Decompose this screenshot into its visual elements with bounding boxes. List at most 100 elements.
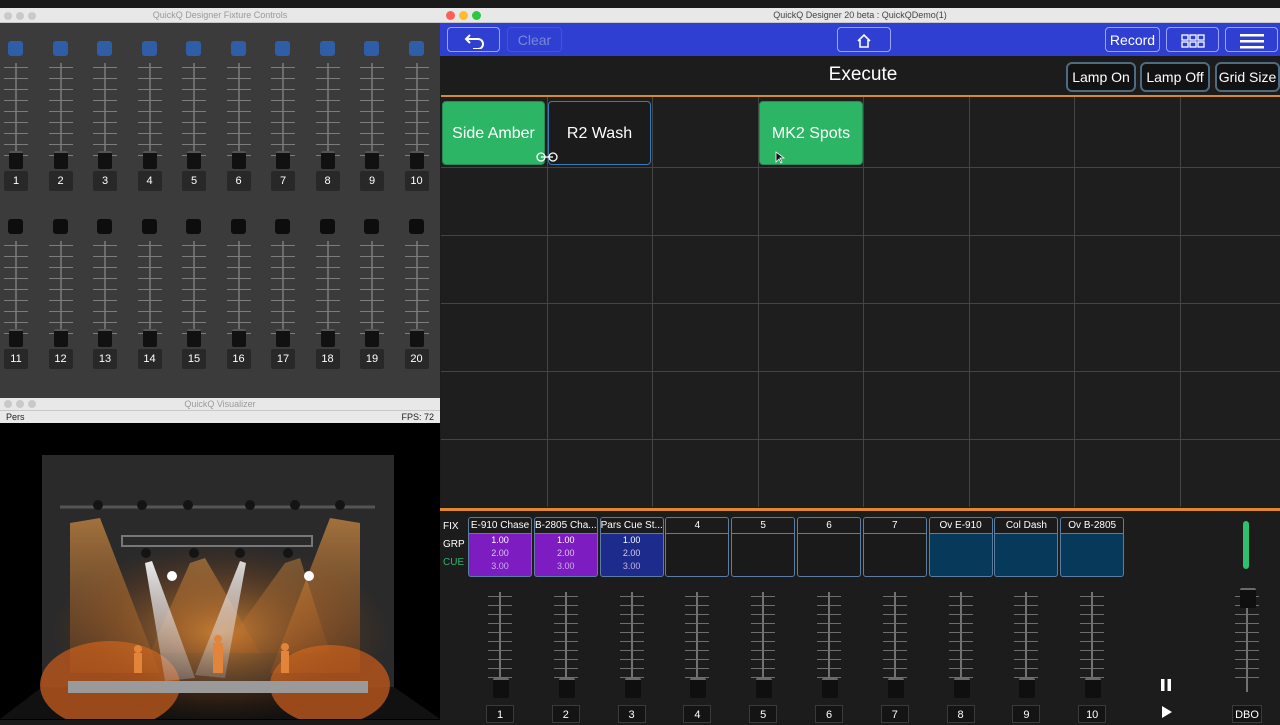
- channel-select-button[interactable]: [319, 219, 335, 234]
- playback-button[interactable]: 5: [731, 517, 796, 577]
- playback-button[interactable]: 4: [665, 517, 730, 577]
- channel-select-button[interactable]: [97, 219, 112, 234]
- view-mode-label[interactable]: Pers: [6, 411, 25, 423]
- fader-knob[interactable]: [98, 329, 112, 347]
- channel-select-button[interactable]: [186, 219, 201, 234]
- channel-select-button[interactable]: [230, 219, 246, 234]
- fader-knob[interactable]: [822, 678, 838, 698]
- fader-knob[interactable]: [409, 329, 424, 347]
- back-button[interactable]: [447, 27, 500, 52]
- execute-tile-r2-wash[interactable]: R2 Wash: [548, 101, 651, 165]
- channel-select-button[interactable]: [408, 219, 424, 234]
- channel-select-button[interactable]: [319, 41, 335, 56]
- channel-select-button[interactable]: [52, 219, 68, 234]
- fader-knob[interactable]: [558, 678, 575, 698]
- channel-select-button[interactable]: [97, 41, 112, 56]
- stage-render[interactable]: [0, 423, 440, 719]
- clear-button[interactable]: Clear: [507, 27, 562, 52]
- fader-knob[interactable]: [9, 329, 23, 347]
- grid-view-button[interactable]: [1166, 27, 1219, 52]
- channel-select-button[interactable]: [186, 41, 201, 56]
- fader-tick: [4, 122, 28, 123]
- fader-knob[interactable]: [53, 329, 68, 347]
- fader-knob[interactable]: [231, 151, 246, 169]
- pause-button[interactable]: [1155, 674, 1177, 696]
- fader-knob[interactable]: [9, 151, 23, 169]
- fader-tick: [404, 245, 429, 246]
- fader-knob[interactable]: [493, 678, 509, 698]
- fader-knob[interactable]: [953, 678, 970, 698]
- fader-knob[interactable]: [365, 329, 379, 347]
- playback-button[interactable]: 7: [862, 517, 927, 577]
- fader-knob[interactable]: [887, 678, 904, 698]
- playback-value: 1.00: [622, 535, 641, 545]
- master-fader: [1227, 578, 1267, 720]
- fader-knob[interactable]: [409, 151, 424, 169]
- playback-button[interactable]: E-910 Chase 1.00 2.00 3.00: [468, 517, 532, 577]
- fader-tick: [93, 322, 117, 323]
- play-button[interactable]: [1155, 704, 1177, 720]
- fader-knob[interactable]: [320, 151, 335, 169]
- playback-button[interactable]: Pars Cue St... 1.00 2.00 3.00: [599, 517, 664, 577]
- fader-knob[interactable]: [756, 678, 773, 698]
- channel-select-button[interactable]: [52, 41, 68, 56]
- channel-select-button[interactable]: [275, 41, 290, 56]
- fader-tick: [360, 311, 384, 312]
- fader-knob[interactable]: [1240, 588, 1256, 608]
- fader-tick: [315, 300, 340, 301]
- fader-tick: [93, 267, 117, 268]
- channel-select-button[interactable]: [275, 219, 290, 234]
- fader-knob[interactable]: [98, 151, 112, 169]
- fader-knob[interactable]: [187, 329, 201, 347]
- fader-tick: [488, 596, 512, 597]
- channel-select-button[interactable]: [8, 41, 23, 56]
- fader-knob[interactable]: [690, 678, 707, 698]
- fader-knob[interactable]: [276, 151, 290, 169]
- fader-knob[interactable]: [365, 151, 379, 169]
- fader-tick: [182, 245, 206, 246]
- record-button[interactable]: Record: [1105, 27, 1160, 52]
- fader-tick: [751, 623, 776, 624]
- fader-knob[interactable]: [142, 329, 157, 347]
- channel-select-button[interactable]: [8, 219, 23, 234]
- channel-select-button[interactable]: [141, 219, 157, 234]
- fixture-channel: 9: [357, 23, 387, 201]
- fader-knob[interactable]: [624, 678, 641, 698]
- window-controls[interactable]: [4, 8, 40, 22]
- fader-knob[interactable]: [231, 329, 246, 347]
- fader-knob[interactable]: [276, 329, 290, 347]
- fader-knob[interactable]: [320, 329, 335, 347]
- fader-tick: [271, 289, 295, 290]
- playback-button[interactable]: B-2805 Cha... 1.00 2.00 3.00: [533, 517, 598, 577]
- fader-tick: [137, 144, 162, 145]
- mac-window-buttons[interactable]: [446, 10, 481, 24]
- fader-knob[interactable]: [187, 151, 201, 169]
- home-button[interactable]: [837, 27, 891, 52]
- menu-button[interactable]: [1225, 27, 1278, 52]
- grid-size-button[interactable]: Grid Size: [1215, 62, 1280, 92]
- playback-value: 1.00: [491, 535, 509, 545]
- channel-select-button[interactable]: [364, 219, 379, 234]
- fader-knob[interactable]: [142, 151, 157, 169]
- fader-tick: [948, 632, 973, 633]
- fader-knob[interactable]: [1085, 678, 1102, 698]
- fader-tick: [619, 659, 644, 660]
- playback-button[interactable]: Ov B-2805: [1060, 517, 1125, 577]
- channel-select-button[interactable]: [364, 41, 379, 56]
- execute-grid[interactable]: Side Amber R2 Wash MK2 Spots: [441, 95, 1280, 507]
- playback-button[interactable]: Ov E-910: [928, 517, 993, 577]
- playback-button[interactable]: Col Dash: [994, 517, 1059, 577]
- channel-select-button[interactable]: [141, 41, 157, 56]
- visualizer-window-controls[interactable]: [4, 397, 40, 409]
- fader-knob[interactable]: [1019, 678, 1036, 698]
- channel-select-button[interactable]: [230, 41, 246, 56]
- fader-tick: [315, 67, 340, 68]
- fixture-channel: 18: [313, 201, 343, 379]
- channel-select-button[interactable]: [408, 41, 424, 56]
- fader-knob[interactable]: [53, 151, 68, 169]
- playback-button[interactable]: 6: [797, 517, 861, 577]
- lamp-off-button[interactable]: Lamp Off: [1140, 62, 1210, 92]
- lamp-on-button[interactable]: Lamp On: [1066, 62, 1136, 92]
- fader-tick: [619, 596, 644, 597]
- execute-tile-side-amber[interactable]: Side Amber: [442, 101, 545, 165]
